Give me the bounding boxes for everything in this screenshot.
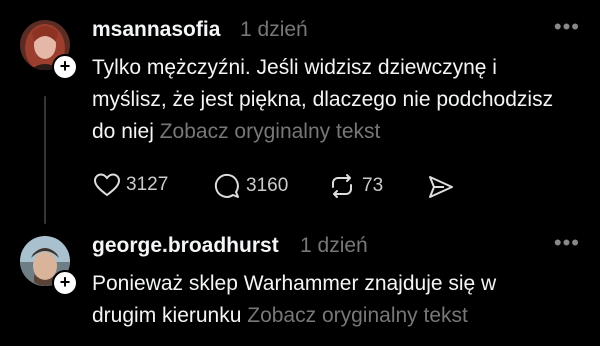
like-button[interactable]: 3127	[94, 173, 168, 197]
share-icon	[429, 176, 453, 198]
follow-plus-icon[interactable]: +	[52, 54, 78, 80]
timestamp[interactable]: 1 dzień	[300, 234, 368, 258]
follow-plus-icon[interactable]: +	[52, 270, 78, 296]
thread-line	[44, 96, 46, 224]
post-body: Tylko mężczyźni. Jeśli widzisz dziewczyn…	[92, 52, 572, 148]
more-icon[interactable]: •••	[554, 230, 580, 256]
like-count: 3127	[126, 174, 169, 195]
repost-button[interactable]: 73	[328, 173, 383, 199]
repost-count: 73	[362, 175, 384, 196]
comment-button[interactable]: 3160	[214, 173, 288, 199]
post-msannasofia: + msannasofia 1 dzień ••• Tylko mężczyźn…	[0, 0, 600, 230]
more-icon[interactable]: •••	[554, 14, 580, 40]
comment-icon	[214, 173, 239, 198]
username[interactable]: msannasofia	[92, 18, 220, 42]
timestamp[interactable]: 1 dzień	[240, 18, 308, 42]
post-body: Ponieważ sklep Warhammer znajduje się w …	[92, 268, 562, 332]
share-button[interactable]	[428, 175, 454, 199]
see-original-link[interactable]: Zobacz oryginalny tekst	[247, 304, 468, 327]
heart-icon	[94, 173, 120, 197]
post-george-broadhurst: + george.broadhurst 1 dzień ••• Ponieważ…	[0, 230, 600, 346]
see-original-link[interactable]: Zobacz oryginalny tekst	[160, 120, 381, 143]
repost-icon	[332, 174, 352, 198]
comment-count: 3160	[246, 175, 289, 196]
post-actions: 3127 3160 73	[92, 173, 492, 203]
username[interactable]: george.broadhurst	[92, 234, 279, 258]
